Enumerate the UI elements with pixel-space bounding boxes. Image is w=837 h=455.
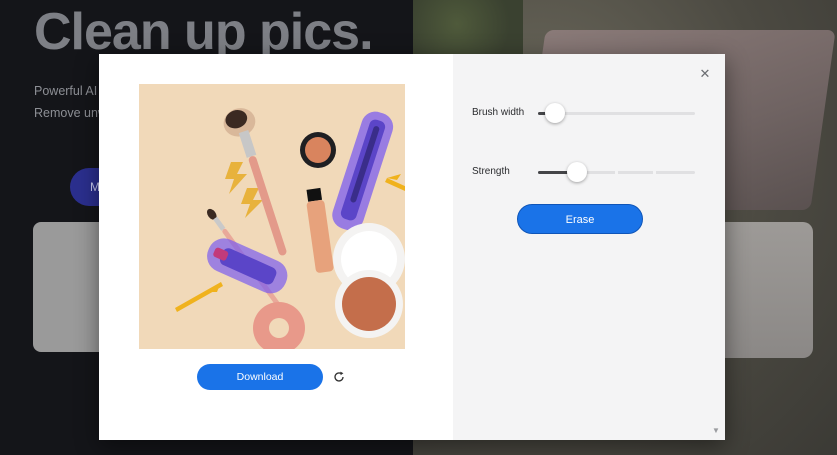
cleanup-modal: Download ✕ Brush width Strength Erase ▼ <box>99 54 725 440</box>
strength-label: Strength <box>472 166 510 177</box>
strength-slider-tick <box>615 171 618 174</box>
hero-subtext-line1: Powerful AI <box>34 84 98 98</box>
strength-slider-thumb[interactable] <box>567 162 587 182</box>
spray-bottle <box>306 187 334 273</box>
refresh-icon[interactable] <box>332 370 346 384</box>
scroll-down-icon[interactable]: ▼ <box>711 426 721 436</box>
brush-width-slider-thumb[interactable] <box>545 103 565 123</box>
arrow-right <box>385 174 405 191</box>
brush-width-label: Brush width <box>472 107 525 118</box>
bolt-shape <box>225 162 247 194</box>
hero-subtext-line2: Remove unw <box>34 106 107 120</box>
strength-slider-tick <box>653 171 656 174</box>
erase-button[interactable]: Erase <box>517 204 643 234</box>
preview-image[interactable] <box>139 84 405 349</box>
background-plant <box>413 0 523 60</box>
makeup-illustration <box>175 108 405 349</box>
preview-panel: Download <box>99 54 453 440</box>
close-icon[interactable]: ✕ <box>697 66 713 82</box>
brush-width-slider[interactable] <box>538 103 695 123</box>
mascara-masked <box>332 111 394 231</box>
arrow-left <box>175 282 223 312</box>
strength-slider[interactable] <box>538 162 695 182</box>
download-button[interactable]: Download <box>197 364 323 390</box>
hero-title: Clean up pics. <box>34 3 374 61</box>
